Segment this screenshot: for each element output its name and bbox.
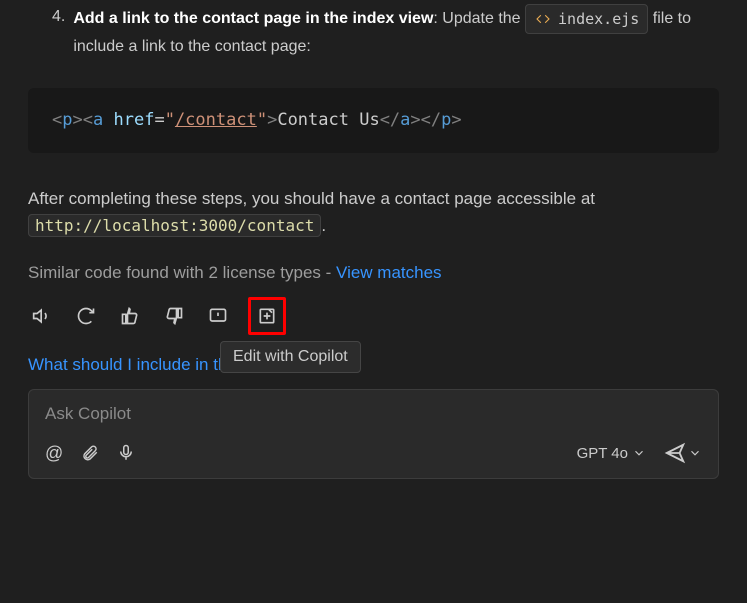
thumbs-down-button[interactable] <box>160 302 188 330</box>
insert-edit-icon <box>257 306 277 326</box>
send-icon <box>664 442 686 464</box>
code-block[interactable]: <p><a href="/contact">Contact Us</a></p> <box>28 88 719 154</box>
thumbs-down-icon <box>164 306 184 326</box>
comment-alert-icon <box>208 306 228 326</box>
send-options-button[interactable] <box>688 446 702 460</box>
view-matches-link[interactable]: View matches <box>336 263 442 282</box>
report-button[interactable] <box>204 302 232 330</box>
suggestion-link[interactable]: What should I include in the form? <box>28 355 719 375</box>
step-text: Add a link to the contact page in the in… <box>73 4 719 60</box>
chevron-down-icon <box>632 446 646 460</box>
send-button[interactable] <box>664 442 686 464</box>
step-item: 4. Add a link to the contact page in the… <box>28 4 719 60</box>
edit-with-copilot-button[interactable] <box>253 302 281 330</box>
chat-input-box[interactable]: Ask Copilot @ GPT 4o <box>28 389 719 479</box>
license-meta: Similar code found with 2 license types … <box>28 263 719 283</box>
voice-button[interactable] <box>117 444 135 462</box>
tooltip: Edit with Copilot <box>220 341 361 373</box>
chevron-down-icon <box>688 446 702 460</box>
inline-url: http://localhost:3000/contact <box>28 214 321 237</box>
step-number: 4. <box>52 4 65 60</box>
attach-button[interactable] <box>81 444 99 462</box>
thumbs-up-button[interactable] <box>116 302 144 330</box>
mention-button[interactable]: @ <box>45 443 63 464</box>
step-title-bold: Add a link to the contact page in the in… <box>73 10 433 27</box>
model-name: GPT 4o <box>577 445 628 462</box>
model-selector[interactable]: GPT 4o <box>577 445 646 462</box>
completion-paragraph: After completing these steps, you should… <box>28 185 719 239</box>
highlighted-action <box>248 297 286 335</box>
microphone-icon <box>117 444 135 462</box>
retry-button[interactable] <box>72 302 100 330</box>
send-button-group <box>664 442 702 464</box>
action-row: Edit with Copilot <box>28 297 719 335</box>
retry-icon <box>76 306 96 326</box>
read-aloud-button[interactable] <box>28 302 56 330</box>
chat-placeholder: Ask Copilot <box>45 404 702 424</box>
thumbs-up-icon <box>120 306 140 326</box>
paperclip-icon <box>81 444 99 462</box>
code-icon <box>534 10 552 28</box>
input-toolbar: @ GPT 4o <box>45 442 702 464</box>
file-badge[interactable]: index.ejs <box>525 4 648 34</box>
speaker-icon <box>32 306 52 326</box>
file-name: index.ejs <box>558 7 639 31</box>
